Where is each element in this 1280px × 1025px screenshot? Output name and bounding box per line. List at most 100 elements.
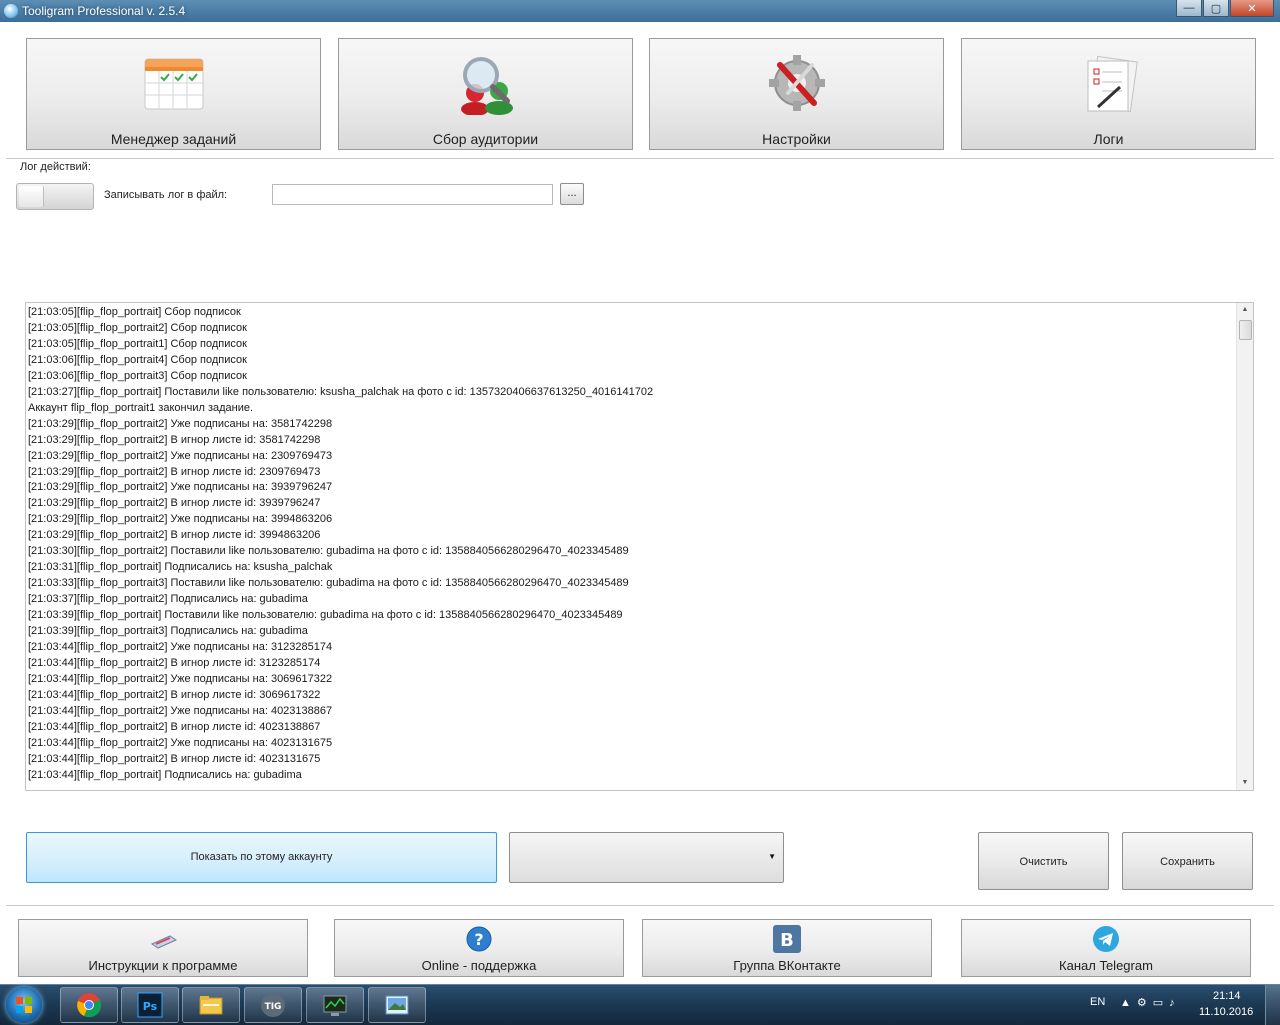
taskbar-tooligram[interactable]: TIG: [244, 987, 302, 1023]
vk-group-label: Группа ВКонтакте: [733, 958, 841, 973]
log-line: [21:03:29][flip_flop_portrait2] Уже подп…: [28, 481, 333, 494]
log-list[interactable]: [21:03:05][flip_flop_portrait] Сбор подп…: [25, 302, 1254, 791]
log-line: [21:03:29][flip_flop_portrait2] Уже подп…: [28, 449, 333, 462]
logs-label: Логи: [1093, 131, 1124, 147]
log-line: [21:03:05][flip_flop_portrait] Сбор подп…: [28, 306, 241, 318]
tray-expand-icon[interactable]: ▲: [1120, 997, 1137, 1009]
account-select[interactable]: ▼: [509, 832, 784, 883]
log-line: [21:03:06][flip_flop_portrait3] Сбор под…: [28, 369, 247, 382]
log-line: [21:03:33][flip_flop_portrait3] Поставил…: [28, 577, 629, 590]
log-line: [21:03:44][flip_flop_portrait2] В игнор …: [28, 656, 321, 669]
log-line: Аккаунт flip_flop_portrait1 закончил зад…: [28, 401, 254, 414]
windows-logo-icon: [16, 997, 32, 1013]
clear-button[interactable]: Очистить: [978, 832, 1109, 890]
taskbar-chrome[interactable]: [60, 987, 118, 1023]
taskbar: Ps TIG EN ▲⚙▭♪ 21:14 11.10.2016: [0, 984, 1280, 1025]
browse-button[interactable]: ...: [560, 183, 584, 205]
log-file-path-input[interactable]: [272, 184, 553, 205]
log-line: [21:03:44][flip_flop_portrait2] Уже подп…: [28, 672, 333, 685]
file-explorer-icon: [199, 996, 223, 1015]
svg-text:Ps: Ps: [143, 1000, 158, 1013]
log-line: [21:03:05][flip_flop_portrait1] Сбор под…: [28, 337, 247, 350]
logs-button[interactable]: Логи: [961, 38, 1256, 150]
help-question-icon: ?: [466, 926, 492, 952]
log-lines: [21:03:05][flip_flop_portrait] Сбор подп…: [28, 305, 1235, 790]
log-line: [21:03:44][flip_flop_portrait] Подписали…: [28, 768, 302, 781]
scroll-thumb[interactable]: [1239, 320, 1252, 340]
log-line: [21:03:44][flip_flop_portrait2] Уже подп…: [28, 704, 333, 717]
toggle-knob: [19, 186, 44, 207]
task-manager-icon: [323, 995, 347, 1016]
tray-icons[interactable]: ▲⚙▭♪: [1120, 996, 1181, 1009]
show-desktop-button[interactable]: [1265, 985, 1280, 1025]
app-icon: [4, 4, 18, 18]
log-line: [21:03:44][flip_flop_portrait2] Уже подп…: [28, 736, 333, 749]
clock-date[interactable]: 11.10.2016: [1199, 1006, 1253, 1018]
log-pages-icon: [1087, 55, 1138, 113]
log-line: [21:03:06][flip_flop_portrait4] Сбор под…: [28, 353, 247, 366]
audience-collection-label: Сбор аудитории: [432, 131, 539, 147]
log-to-file-toggle[interactable]: [16, 183, 94, 210]
settings-gear-icon: [768, 55, 825, 111]
log-line: [21:03:29][flip_flop_portrait2] В игнор …: [28, 497, 321, 510]
log-line: [21:03:31][flip_flop_portrait] Подписали…: [28, 561, 333, 574]
save-button[interactable]: Сохранить: [1122, 832, 1253, 890]
log-line: [21:03:39][flip_flop_portrait3] Подписал…: [28, 625, 308, 638]
scroll-down-arrow-icon[interactable]: ▼: [1237, 776, 1253, 790]
log-line: [21:03:44][flip_flop_portrait2] В игнор …: [28, 688, 321, 701]
instructions-button[interactable]: Инструкции к программе: [18, 919, 308, 977]
log-line: [21:03:29][flip_flop_portrait2] В игнор …: [28, 433, 321, 446]
log-line: [21:03:29][flip_flop_portrait2] Уже подп…: [28, 513, 333, 526]
window-controls: — ▢ ✕: [1175, 0, 1274, 18]
vk-icon: B: [773, 925, 801, 953]
tray-monitor-icon[interactable]: ▭: [1153, 997, 1169, 1009]
taskbar-task-manager[interactable]: [306, 987, 364, 1023]
window-title: Tooligram Professional v. 2.5.4: [22, 4, 186, 18]
show-by-account-button[interactable]: Показать по этому аккаунту: [26, 832, 497, 883]
online-support-label: Online - поддержка: [421, 958, 537, 973]
scroll-up-arrow-icon[interactable]: ▲: [1237, 303, 1253, 317]
taskbar-photoshop[interactable]: Ps: [121, 987, 179, 1023]
log-line: [21:03:30][flip_flop_portrait2] Поставил…: [28, 545, 629, 558]
tray-volume-icon[interactable]: ♪: [1169, 997, 1181, 1009]
log-line: [21:03:44][flip_flop_portrait2] В игнор …: [28, 720, 321, 733]
log-scrollbar[interactable]: ▲ ▼: [1236, 303, 1253, 790]
task-manager-label: Менеджер заданий: [110, 131, 237, 147]
close-button[interactable]: ✕: [1230, 0, 1274, 17]
instructions-label: Инструкции к программе: [88, 958, 238, 973]
svg-text:?: ?: [474, 930, 483, 949]
taskbar-image-viewer[interactable]: [368, 987, 426, 1023]
maximize-button[interactable]: ▢: [1203, 0, 1229, 17]
log-line: [21:03:29][flip_flop_portrait2] В игнор …: [28, 529, 321, 542]
log-line: [21:03:44][flip_flop_portrait2] В игнор …: [28, 752, 321, 765]
chrome-icon: [77, 993, 102, 1018]
calendar-tasks-icon: [144, 58, 203, 110]
vk-group-button[interactable]: B Группа ВКонтакте: [642, 919, 932, 977]
settings-button[interactable]: Настройки: [649, 38, 944, 150]
audience-search-icon: [460, 57, 513, 115]
log-line: [21:03:39][flip_flop_portrait] Поставили…: [28, 609, 623, 622]
svg-text:B: B: [780, 930, 794, 951]
taskbar-file-explorer[interactable]: [182, 987, 240, 1023]
log-line: [21:03:27][flip_flop_portrait] Поставили…: [28, 385, 654, 398]
log-to-file-label: Записывать лог в файл:: [104, 189, 228, 201]
instructions-icon: [150, 935, 178, 949]
settings-label: Настройки: [762, 131, 831, 147]
clock-time[interactable]: 21:14: [1213, 990, 1241, 1002]
photoshop-icon: Ps: [137, 992, 163, 1018]
telegram-channel-button[interactable]: Канал Telegram: [961, 919, 1251, 977]
log-line: [21:03:29][flip_flop_portrait2] В игнор …: [28, 465, 321, 478]
tray-network-icon[interactable]: ⚙: [1137, 997, 1153, 1009]
telegram-icon: [1093, 926, 1119, 952]
task-manager-button[interactable]: Менеджер заданий: [26, 38, 321, 150]
title-bar[interactable]: Tooligram Professional v. 2.5.4 — ▢ ✕: [0, 0, 1280, 22]
minimize-button[interactable]: —: [1176, 0, 1202, 17]
audience-collection-button[interactable]: Сбор аудитории: [338, 38, 633, 150]
image-viewer-icon: [385, 995, 409, 1015]
log-group-title: Лог действий:: [18, 161, 93, 173]
start-button[interactable]: [6, 987, 42, 1023]
online-support-button[interactable]: ? Online - поддержка: [334, 919, 624, 977]
language-indicator[interactable]: EN: [1090, 996, 1105, 1008]
dropdown-arrow-icon: ▼: [768, 852, 776, 861]
telegram-channel-label: Канал Telegram: [1059, 958, 1153, 973]
